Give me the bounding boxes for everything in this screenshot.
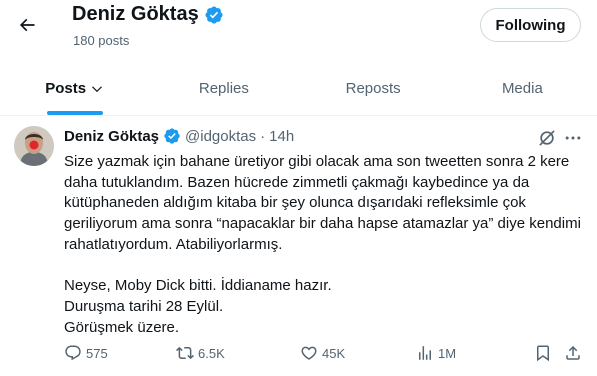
bookmark-button[interactable] [534,344,552,362]
avatar[interactable] [14,126,54,166]
arrow-left-icon [19,18,35,32]
separator-dot: · [260,127,266,145]
more-horizontal-icon[interactable] [563,128,583,148]
author-name[interactable]: Deniz Göktaş [64,128,159,145]
tweet-actions: 575 6.5K 45K 1M [64,344,584,366]
verified-badge-icon [163,127,181,145]
tab-label: Replies [198,80,249,97]
heart-icon [301,346,317,360]
active-tab-indicator [46,111,103,115]
profile-header: Deniz Göktaş 180 posts Following [0,0,597,62]
profile-tabs: Posts Replies Reposts Media [0,62,597,116]
bookmark-icon [537,345,549,362]
grok-icon[interactable] [537,128,557,148]
back-button[interactable] [10,8,44,42]
tweet-header: Deniz Göktaş @idgoktas · 14h [64,127,294,145]
tweet-time[interactable]: 14h [269,128,294,145]
tweet[interactable]: Deniz Göktaş @idgoktas · 14h Size yazmak… [0,116,597,376]
tweet-text: Size yazmak için bahane üretiyor gibi ol… [64,153,581,336]
tab-label: Posts [45,80,87,97]
views-count: 1M [438,345,457,361]
reply-icon [65,345,81,361]
repost-icon [176,346,194,360]
like-count: 45K [322,345,346,361]
tab-label: Media [501,80,543,97]
verified-badge-icon [204,5,224,25]
repost-count: 6.5K [198,345,225,361]
tab-label: Reposts [345,80,401,97]
posts-count: 180 posts [73,33,130,48]
share-icon [566,345,580,360]
chevron-down-icon [92,85,102,92]
reply-count: 575 [86,345,108,361]
views-chart-icon [419,346,431,360]
like-button[interactable]: 45K [300,344,345,362]
profile-name-text: Deniz Göktaş [72,3,199,25]
repost-button[interactable]: 6.5K [176,344,225,362]
profile-name: Deniz Göktaş [72,3,224,26]
tab-reposts[interactable]: Reposts [299,62,448,115]
tab-replies[interactable]: Replies [149,62,298,115]
share-button[interactable] [564,344,582,362]
following-button[interactable]: Following [480,8,581,42]
author-handle[interactable]: @idgoktas [185,128,256,145]
tab-posts[interactable]: Posts [0,62,149,115]
views-button[interactable]: 1M [416,344,456,362]
reply-button[interactable]: 575 [64,344,108,362]
tab-media[interactable]: Media [448,62,597,115]
